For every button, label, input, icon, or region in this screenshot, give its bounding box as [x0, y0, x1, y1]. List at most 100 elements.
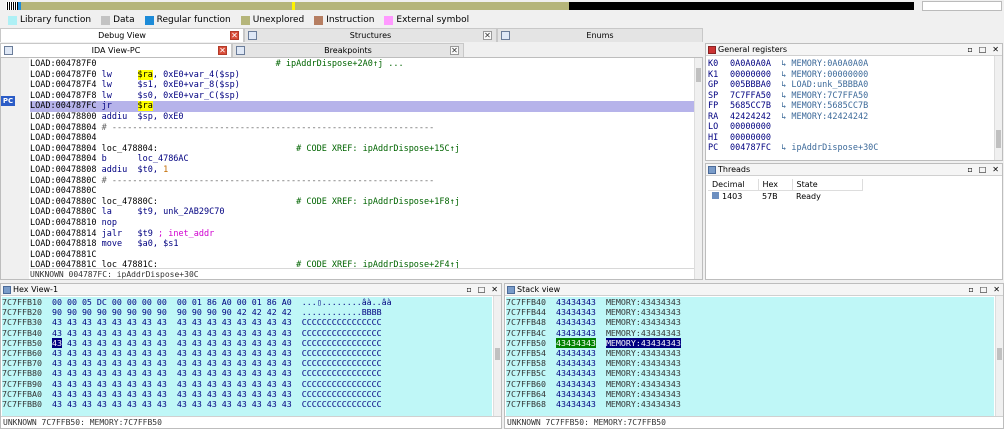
hex-bytes[interactable]: 90 90 90 90 90 90 90 90 90 90 90 90 42 4…: [52, 307, 292, 317]
scroll-thumb[interactable]: [696, 68, 701, 82]
stack-reference[interactable]: MEMORY:43434343: [606, 317, 681, 327]
disassembly-line[interactable]: LOAD:00478818 move $a0, $s1: [30, 239, 695, 250]
disassembly-line[interactable]: LOAD:004787F0 # ipAddrDispose+2A0↑j ...: [30, 59, 695, 70]
hex-ascii[interactable]: CCCCCCCCCCCCCCCC: [302, 368, 382, 378]
hex-row[interactable]: 7C7FFB70 43 43 43 43 43 43 43 43 43 43 4…: [2, 358, 492, 368]
hex-bytes[interactable]: 43 43 43 43 43 43 43 43 43 43 43 43 43 4…: [52, 368, 292, 378]
stack-row[interactable]: 7C7FFB58 43434343 MEMORY:43434343: [506, 358, 994, 368]
scroll-thumb[interactable]: [997, 348, 1002, 360]
disassembly-line[interactable]: LOAD:0047880C # ------------------------…: [30, 176, 695, 187]
restore-icon[interactable]: ▫: [967, 44, 972, 56]
close-icon[interactable]: ✕: [992, 44, 999, 56]
stack-row[interactable]: 7C7FFB48 43434343 MEMORY:43434343: [506, 317, 994, 327]
stack-value[interactable]: 43434343: [556, 379, 596, 389]
stack-value[interactable]: 43434343: [556, 297, 596, 307]
hex-bytes[interactable]: 00 00 05 DC 00 00 00 00 00 01 86 A0 00 0…: [52, 297, 292, 307]
register-row[interactable]: SP 7C7FFA50 ↳ MEMORY:7C7FFA50: [708, 91, 868, 101]
register-reference[interactable]: ↳ MEMORY:42424242: [771, 112, 868, 122]
register-reference[interactable]: ↳ MEMORY:0A0A0A0A: [771, 59, 868, 69]
hex-ascii[interactable]: CCCCCCCCCCCCCCCC: [302, 317, 382, 327]
tab-structures[interactable]: Structures ✕: [244, 28, 497, 42]
ida-scrollbar[interactable]: [694, 58, 702, 279]
disassembly-listing[interactable]: LOAD:004787F0 # ipAddrDispose+2A0↑j ... L…: [30, 59, 695, 271]
hex-ascii[interactable]: CCCCCCCCCCCCCCCC: [302, 389, 382, 399]
close-icon[interactable]: ✕: [230, 31, 239, 40]
maximize-icon[interactable]: □: [979, 44, 987, 56]
hex-bytes[interactable]: 43 43 43 43 43 43 43 43 43 43 43 43 43 4…: [52, 348, 292, 358]
disassembly-line[interactable]: LOAD:00478808 addiu $t0, 1: [30, 165, 695, 176]
hex-scrollbar[interactable]: [493, 296, 501, 416]
register-reference[interactable]: ↳ ipAddrDispose+30C: [771, 143, 878, 153]
stack-view-panel[interactable]: Stack view ▫ □ ✕ 7C7FFB40 43434343 MEMOR…: [504, 283, 1004, 429]
stack-row[interactable]: 7C7FFB54 43434343 MEMORY:43434343: [506, 348, 994, 358]
hex-bytes[interactable]: 43 43 43 43 43 43 43 43 43 43 43 43 43 4…: [62, 338, 292, 348]
restore-icon[interactable]: ▫: [968, 284, 973, 296]
stack-value[interactable]: 43434343: [556, 348, 596, 358]
maximize-icon[interactable]: □: [979, 164, 987, 176]
scroll-thumb[interactable]: [495, 348, 500, 360]
hex-view-panel[interactable]: Hex View-1 ▫ □ ✕ 7C7FFB10 00 00 05 DC 00…: [0, 283, 502, 429]
tab-debug-view[interactable]: Debug View ✕: [0, 28, 244, 42]
register-value[interactable]: 0A0A0A0A: [730, 59, 771, 69]
stack-value[interactable]: 43434343: [555, 337, 596, 348]
hex-row[interactable]: 7C7FFB50 43 43 43 43 43 43 43 43 43 43 4…: [2, 337, 492, 348]
stack-value[interactable]: 43434343: [556, 399, 596, 409]
stack-reference[interactable]: MEMORY:43434343: [606, 379, 681, 389]
stack-value[interactable]: 43434343: [556, 358, 596, 368]
register-row[interactable]: PC 004787FC ↳ ipAddrDispose+30C: [708, 143, 878, 153]
stack-value[interactable]: 43434343: [556, 307, 596, 317]
hex-row[interactable]: 7C7FFB90 43 43 43 43 43 43 43 43 43 43 4…: [2, 379, 492, 389]
stack-reference[interactable]: MEMORY:43434343: [606, 368, 681, 378]
hex-ascii[interactable]: CCCCCCCCCCCCCCCC: [302, 338, 382, 348]
register-value[interactable]: 005BBBA0: [730, 80, 771, 90]
register-value[interactable]: 004787FC: [730, 143, 771, 153]
hex-row[interactable]: 7C7FFB30 43 43 43 43 43 43 43 43 43 43 4…: [2, 317, 492, 327]
hex-ascii[interactable]: CCCCCCCCCCCCCCCC: [302, 379, 382, 389]
stack-reference[interactable]: MEMORY:43434343: [606, 307, 681, 317]
restore-icon[interactable]: ▫: [967, 164, 972, 176]
stack-value[interactable]: 43434343: [556, 389, 596, 399]
stack-row-current[interactable]: 7C7FFB50 43434343 MEMORY:43434343: [506, 337, 994, 348]
register-reference[interactable]: ↳ LOAD:unk_5BBBA0: [771, 80, 868, 90]
stack-reference[interactable]: MEMORY:43434343: [606, 328, 681, 338]
stack-reference[interactable]: MEMORY:43434343: [605, 337, 681, 348]
hex-row[interactable]: 7C7FFBB0 43 43 43 43 43 43 43 43 43 43 4…: [2, 399, 492, 409]
disassembly-line[interactable]: LOAD:0047880C loc_47880C: # CODE XREF: i…: [30, 197, 695, 208]
column-header-decimal[interactable]: Decimal: [708, 179, 759, 191]
hex-row[interactable]: 7C7FFB80 43 43 43 43 43 43 43 43 43 43 4…: [2, 368, 492, 378]
navigation-bar[interactable]: [6, 2, 914, 10]
stack-value[interactable]: 43434343: [556, 368, 596, 378]
stack-reference[interactable]: MEMORY:43434343: [606, 297, 681, 307]
close-icon[interactable]: ✕: [483, 31, 492, 40]
stack-row[interactable]: 7C7FFB4C 43434343 MEMORY:43434343: [506, 328, 994, 338]
general-registers-panel[interactable]: General registers ▫ □ ✕ K0 0A0A0A0A ↳ MEM…: [705, 43, 1003, 161]
hex-ascii[interactable]: CCCCCCCCCCCCCCCC: [302, 358, 382, 368]
disassembly-line[interactable]: LOAD:004787F4 lw $s1, 0xE0+var_8($sp): [30, 80, 695, 91]
disassembly-line[interactable]: LOAD:00478804 loc_478804: # CODE XREF: i…: [30, 144, 695, 155]
hex-bytes[interactable]: 43 43 43 43 43 43 43 43 43 43 43 43 43 4…: [52, 399, 292, 409]
register-value[interactable]: 00000000: [730, 70, 771, 80]
scroll-thumb[interactable]: [996, 130, 1001, 148]
hex-row[interactable]: 7C7FFB20 90 90 90 90 90 90 90 90 90 90 9…: [2, 307, 492, 317]
stack-row[interactable]: 7C7FFB68 43434343 MEMORY:43434343: [506, 399, 994, 409]
restore-icon[interactable]: ▫: [466, 284, 471, 296]
disassembly-line[interactable]: LOAD:00478804: [30, 133, 695, 144]
column-header-state[interactable]: State: [792, 179, 863, 191]
stack-row[interactable]: 7C7FFB44 43434343 MEMORY:43434343: [506, 307, 994, 317]
register-value[interactable]: 42424242: [730, 112, 771, 122]
register-value[interactable]: 00000000: [730, 122, 771, 132]
hex-bytes[interactable]: 43 43 43 43 43 43 43 43 43 43 43 43 43 4…: [52, 328, 292, 338]
disassembly-line[interactable]: LOAD:0047880C: [30, 186, 695, 197]
maximize-icon[interactable]: □: [980, 284, 988, 296]
disassembly-line[interactable]: LOAD:0047881C: [30, 250, 695, 261]
hex-ascii[interactable]: ............BBBB: [302, 307, 382, 317]
disassembly-line[interactable]: LOAD:00478810 nop: [30, 218, 695, 229]
hex-bytes[interactable]: 43 43 43 43 43 43 43 43 43 43 43 43 43 4…: [52, 379, 292, 389]
hex-row[interactable]: 7C7FFBA0 43 43 43 43 43 43 43 43 43 43 4…: [2, 389, 492, 399]
register-row[interactable]: K0 0A0A0A0A ↳ MEMORY:0A0A0A0A: [708, 59, 868, 69]
hex-ascii[interactable]: CCCCCCCCCCCCCCCC: [302, 348, 382, 358]
hex-bytes[interactable]: 43 43 43 43 43 43 43 43 43 43 43 43 43 4…: [52, 317, 292, 327]
stack-value[interactable]: 43434343: [556, 317, 596, 327]
table-row[interactable]: 1403 57B Ready: [708, 191, 862, 203]
hex-bytes[interactable]: 43 43 43 43 43 43 43 43 43 43 43 43 43 4…: [52, 358, 292, 368]
